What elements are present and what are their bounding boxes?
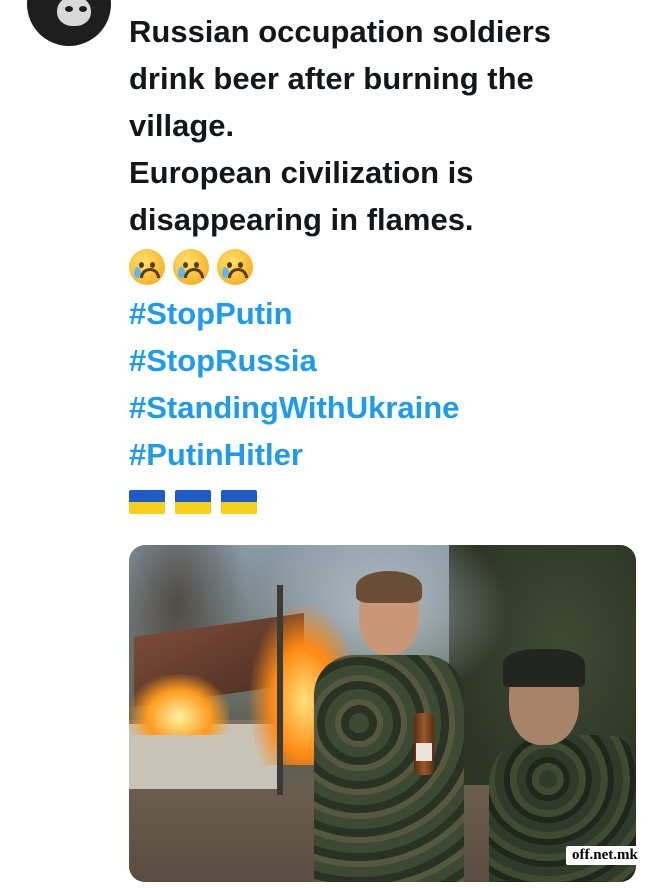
avatar-face-icon [57, 0, 91, 26]
ukraine-flag-icon [175, 489, 211, 514]
post-text-line: disappearing in flames. [129, 202, 474, 237]
ukraine-flag-icon [129, 489, 165, 514]
ukraine-flag-icon [221, 489, 257, 514]
crying-face-emoji-icon [129, 248, 165, 285]
hashtag-link[interactable]: #PutinHitler [129, 431, 649, 478]
post-text-line: drink beer after burning the [129, 61, 534, 96]
soldier-figure [304, 571, 464, 882]
flag-emoji-row [129, 478, 649, 525]
post-text-line: village. [129, 108, 235, 143]
hashtag-link[interactable]: #StandingWithUkraine [129, 384, 649, 431]
beer-bottle [414, 713, 434, 775]
crying-face-emoji-icon [173, 248, 209, 285]
post-body: Russian occupation soldiers drink beer a… [129, 8, 649, 525]
crying-face-emoji-icon [217, 248, 253, 285]
hashtag-link[interactable]: #StopRussia [129, 337, 649, 384]
user-avatar[interactable] [27, 0, 111, 46]
hashtag-link[interactable]: #StopPutin [129, 290, 649, 337]
post-text-line: European civilization is [129, 155, 474, 190]
post-photo[interactable] [129, 545, 636, 882]
post-text-line: Russian occupation soldiers [129, 14, 552, 49]
emoji-row [129, 243, 649, 290]
fire-area [129, 675, 229, 735]
watermark: off.net.mk [566, 846, 644, 865]
